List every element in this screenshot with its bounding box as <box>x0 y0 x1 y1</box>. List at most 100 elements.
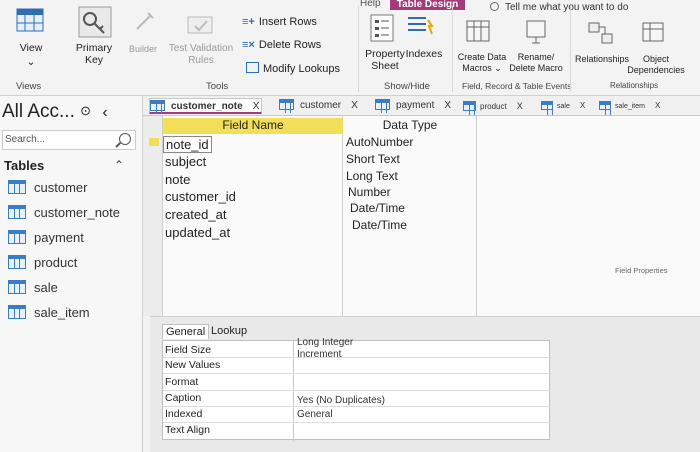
insert-rows-icon: ≡+ <box>242 16 255 28</box>
primary-key-marker-icon[interactable] <box>149 138 159 146</box>
ribbon-separator <box>358 6 359 92</box>
field-name-cell[interactable]: customer_id <box>165 189 236 204</box>
modify-lookups-icon <box>246 62 259 73</box>
view-button[interactable]: View <box>16 42 46 54</box>
close-icon[interactable]: X <box>444 100 451 111</box>
lightbulb-icon <box>490 2 499 11</box>
modify-lookups-button[interactable]: Modify Lookups <box>246 62 340 75</box>
relationships-button[interactable]: Relationships <box>574 54 630 65</box>
field-name-cell[interactable]: note_id <box>163 136 212 153</box>
search-icon[interactable] <box>119 133 131 145</box>
field-name-cell[interactable]: note <box>165 172 190 187</box>
insert-rows-button[interactable]: ≡+ Insert Rows <box>242 16 317 28</box>
nav-item-customer-note[interactable]: customer_note <box>8 205 120 220</box>
table-icon <box>8 180 26 194</box>
create-data-macros-button[interactable]: Create Data Macros ⌄ <box>454 52 510 74</box>
ribbon-separator <box>452 6 453 92</box>
tab-sale[interactable]: sale X <box>541 98 585 115</box>
field-name-cell[interactable]: subject <box>165 154 206 169</box>
test-validation-line1: Test Validation <box>168 43 234 54</box>
data-type-cell[interactable]: Date/Time <box>350 201 405 215</box>
field-name-cell[interactable]: created_at <box>165 207 226 222</box>
tab-general[interactable]: General <box>162 324 210 339</box>
view-dropdown-icon[interactable]: ⌄ <box>16 56 46 68</box>
close-icon[interactable]: X <box>253 101 260 112</box>
nav-item-product[interactable]: product <box>8 255 77 270</box>
table-icon <box>541 101 553 115</box>
close-icon[interactable]: X <box>580 101 585 110</box>
field-name-header: Field Name <box>163 118 343 134</box>
nav-item-sale[interactable]: sale <box>8 280 58 295</box>
nav-item-label: product <box>34 255 78 270</box>
tab-customer-note[interactable]: customer_note X <box>149 98 263 114</box>
property-sheet-icon[interactable] <box>370 14 396 47</box>
primary-key-button[interactable]: Primary Key <box>70 42 118 66</box>
nav-collapse-icon[interactable]: ‹ <box>102 104 107 121</box>
table-design-tab[interactable]: Table Design <box>390 0 465 10</box>
indexes-button[interactable]: Indexes <box>404 48 444 60</box>
create-data-macros-line2: Macros <box>462 63 492 73</box>
table-icon <box>463 101 476 115</box>
delete-rows-button[interactable]: ≡× Delete Rows <box>242 39 321 51</box>
tab-product[interactable]: product X <box>463 98 523 115</box>
property-value[interactable]: General <box>297 409 333 420</box>
test-validation-line2: Rules <box>188 55 214 66</box>
property-label: Field Size <box>165 344 212 356</box>
tab-label: payment <box>396 100 435 111</box>
table-icon <box>150 100 165 114</box>
property-value[interactable]: Yes (No Duplicates) <box>297 395 385 406</box>
nav-item-sale-item[interactable]: sale_item <box>8 305 90 320</box>
property-row-divider <box>163 406 551 407</box>
view-icon[interactable] <box>16 8 44 39</box>
data-type-cell[interactable]: Number <box>348 185 391 199</box>
property-label: Text Align <box>165 424 210 436</box>
property-row-divider <box>163 357 551 358</box>
data-type-cell[interactable]: AutoNumber <box>346 135 413 149</box>
nav-dropdown-icon[interactable]: ⊙ <box>80 103 91 118</box>
tell-me-text: Tell me what you want to do <box>505 2 629 13</box>
close-icon[interactable]: X <box>655 101 660 110</box>
indexes-icon[interactable] <box>406 14 434 43</box>
tab-label: customer <box>300 100 342 111</box>
nav-search-input[interactable]: Search... <box>2 130 136 150</box>
field-name-cell[interactable]: updated_at <box>165 225 230 240</box>
property-row-divider <box>163 373 551 374</box>
data-type-cell[interactable]: Long Text <box>346 169 398 183</box>
property-sheet-line1: Property <box>365 48 405 60</box>
primary-key-line1: Primary <box>75 42 113 54</box>
table-icon <box>8 255 26 269</box>
object-dependencies-button[interactable]: Object Dependencies <box>626 54 686 76</box>
property-value[interactable]: Increment <box>297 349 341 360</box>
property-row-divider <box>163 390 551 391</box>
chevron-up-icon[interactable]: ⌃ <box>114 158 124 172</box>
ribbon-separator <box>570 6 571 92</box>
nav-item-customer[interactable]: customer <box>8 180 87 195</box>
nav-pane-title[interactable]: All Acc... ⊙ ‹ <box>2 101 108 123</box>
field-properties-pane: General Lookup Field Size Long Integer N… <box>150 316 700 452</box>
tab-lookup[interactable]: Lookup <box>208 324 250 338</box>
close-icon[interactable]: X <box>351 100 358 111</box>
tables-section-header[interactable]: Tables <box>4 158 44 173</box>
property-label: Caption <box>165 392 202 404</box>
tab-customer[interactable]: customer X <box>279 98 358 114</box>
show-hide-group-label: Show/Hide <box>384 81 430 92</box>
tab-sale-item[interactable]: sale_item X <box>599 98 660 115</box>
nav-item-payment[interactable]: payment <box>8 230 84 245</box>
property-value[interactable]: Long Integer <box>297 337 353 348</box>
properties-table: Field Size Long Integer New Values Incre… <box>162 337 551 441</box>
data-type-cell[interactable]: Date/Time <box>352 218 407 232</box>
tell-me-box[interactable]: Tell me what you want to do <box>490 2 628 13</box>
rename-delete-macro-icon[interactable] <box>524 20 550 51</box>
data-type-cell[interactable]: Short Text <box>346 152 400 166</box>
relationships-icon[interactable] <box>588 22 614 51</box>
object-dependencies-icon[interactable] <box>642 22 666 51</box>
help-tab[interactable]: Help <box>360 0 381 9</box>
close-icon[interactable]: X <box>517 101 523 111</box>
tab-payment[interactable]: payment X <box>375 98 451 114</box>
delete-rows-icon: ≡× <box>242 39 255 51</box>
rename-delete-macro-line1: Rename/ <box>517 52 555 62</box>
create-data-macros-icon[interactable] <box>466 20 492 49</box>
property-sheet-button[interactable]: Property Sheet <box>362 48 408 72</box>
rename-delete-macro-button[interactable]: Rename/Delete Macro <box>506 52 566 74</box>
key-icon[interactable] <box>78 6 112 43</box>
